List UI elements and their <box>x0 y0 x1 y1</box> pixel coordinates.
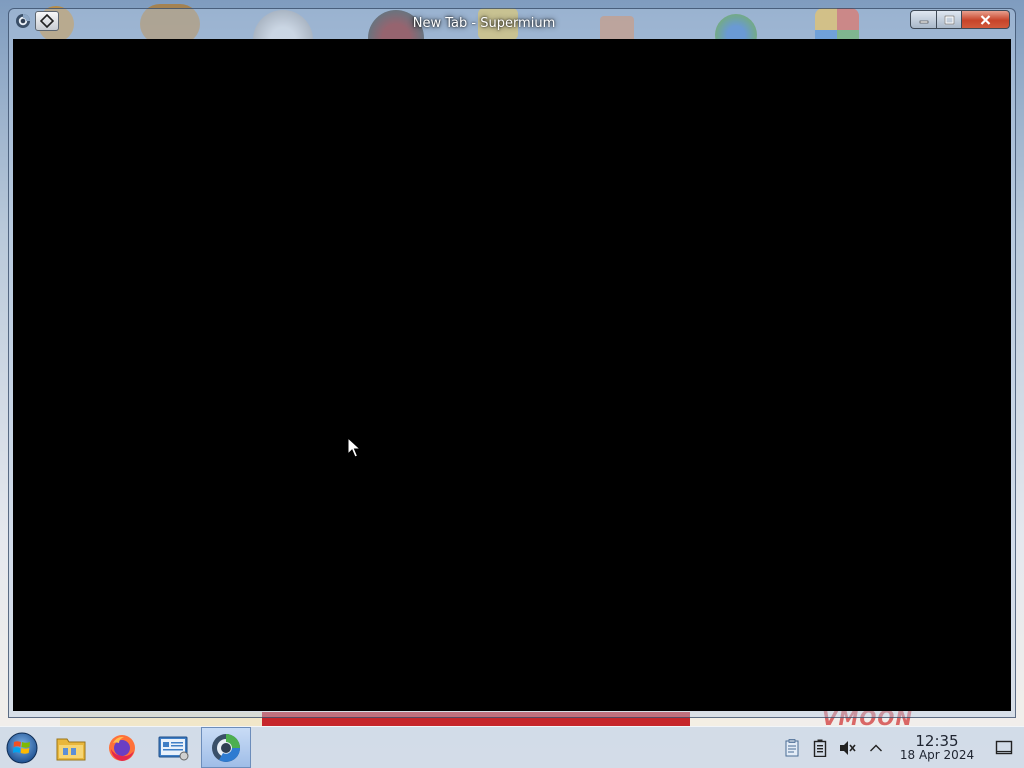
tray-clipboard-button[interactable] <box>778 727 806 768</box>
close-button[interactable] <box>962 10 1010 29</box>
mouse-cursor-icon <box>347 437 361 458</box>
taskbar-clock[interactable]: 12:35 18 Apr 2024 <box>890 733 984 763</box>
taskbar-control-panel-button[interactable] <box>149 727 199 768</box>
tray-battery-button[interactable] <box>806 727 834 768</box>
taskbar-supermium-button[interactable] <box>201 727 251 768</box>
notification-icon <box>995 740 1013 754</box>
close-icon <box>980 14 991 25</box>
system-tray: 12:35 18 Apr 2024 <box>778 727 1024 768</box>
maximize-icon <box>944 15 954 24</box>
browser-window: New Tab - Supermium <box>8 8 1016 718</box>
chevron-up-icon <box>870 744 882 751</box>
folder-icon <box>56 738 86 760</box>
windows-start-orb-icon <box>6 732 38 763</box>
notification-button[interactable] <box>984 727 1024 768</box>
window-controls <box>910 10 1010 29</box>
minimize-icon <box>919 20 928 23</box>
battery-icon <box>813 739 827 757</box>
title-bar[interactable]: New Tab - Supermium <box>9 9 1015 39</box>
firefox-icon <box>109 734 135 761</box>
window-title: New Tab - Supermium <box>412 16 556 31</box>
taskbar-firefox-button[interactable] <box>97 727 147 768</box>
maximize-button[interactable] <box>936 10 962 29</box>
supermium-icon <box>212 733 240 762</box>
browser-content-area[interactable] <box>13 39 1011 711</box>
taskbar-file-explorer-button[interactable] <box>46 727 96 768</box>
start-button[interactable] <box>0 727 44 768</box>
clipboard-notes-icon <box>785 738 799 756</box>
minimize-button[interactable] <box>910 10 936 29</box>
control-panel-icon <box>158 736 189 760</box>
tray-volume-button[interactable] <box>834 727 862 768</box>
clock-date: 18 Apr 2024 <box>899 748 975 763</box>
tray-overflow-button[interactable] <box>862 727 890 768</box>
taskbar: 12:35 18 Apr 2024 <box>0 726 1024 768</box>
clock-time: 12:35 <box>915 731 959 750</box>
speaker-muted-icon <box>840 740 856 755</box>
